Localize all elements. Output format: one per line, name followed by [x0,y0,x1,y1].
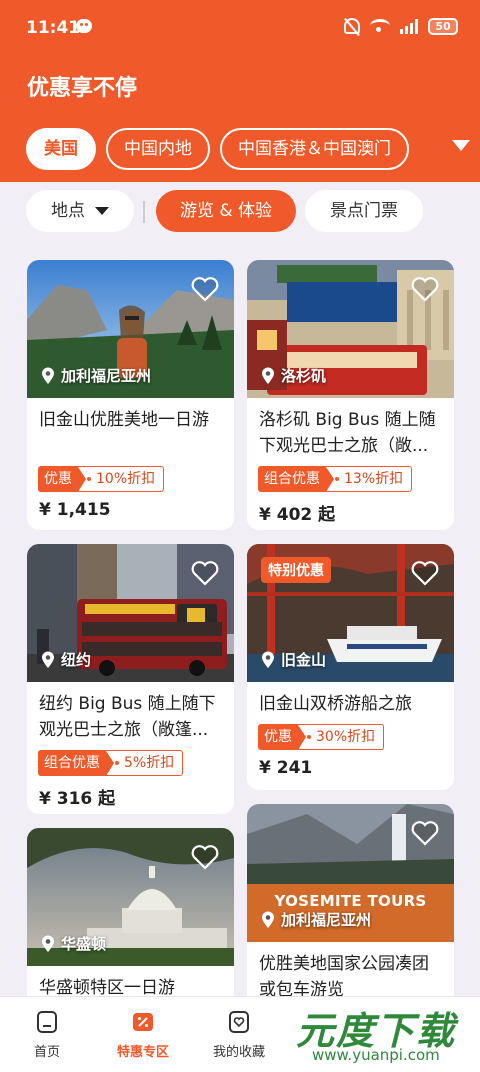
tag-discount: 30%折扣 [298,724,385,750]
card-location: 纽约 [41,649,91,670]
card-title: 优胜美地国家公园凑团或包车游览 [259,954,429,1000]
deal-card[interactable]: 加利福尼亚州 旧金山优胜美地一日游 优惠 10%折扣 ¥ 1,415 [27,260,234,530]
card-location-label: 加利福尼亚州 [61,367,152,385]
filter-bar: 地点 游览 & 体验 景点门票 [26,190,466,234]
card-location-label: 洛杉矶 [281,367,327,385]
heart-icon[interactable] [410,274,440,304]
tag-discount: 5%折扣 [106,750,184,776]
card-title: 洛杉矶 Big Bus 随上随下观光巴士之旅（敞... [259,410,436,456]
nav-home-label: 首页 [33,1045,60,1060]
card-location: 洛杉矶 [261,365,326,386]
discount-tag: 组合优惠 5%折扣 [38,750,234,776]
special-offer-badge: 特别优惠 [261,557,331,583]
location-pin-icon [262,651,274,668]
location-pin-icon [262,911,274,928]
heart-icon[interactable] [190,558,220,588]
divider [143,201,145,223]
region-tabs: 美国 中国内地 中国香港＆中国澳门 [26,128,409,170]
region-tab-mainland[interactable]: 中国内地 [106,128,210,170]
tag-type: 优惠 [258,724,298,750]
card-location: 华盛顿 [41,933,106,954]
deal-card[interactable]: 洛杉矶 洛杉矶 Big Bus 随上随下观光巴士之旅（敞... 组合优惠 13%… [247,260,454,530]
discount-tag: 优惠 10%折扣 [38,466,234,492]
home-icon [37,1011,57,1033]
card-price: ¥ 316 起 [39,789,116,809]
tours-filter[interactable]: 游览 & 体验 [156,190,296,232]
nav-deals-label: 特惠专区 [116,1045,169,1060]
status-bar: 11:41 50 [0,0,480,56]
heart-icon[interactable] [410,818,440,848]
favorites-icon [229,1011,249,1033]
card-title: 旧金山优胜美地一日游 [39,410,209,430]
watermark-url: www.yuanpi.com [312,1046,440,1064]
deal-card[interactable]: 特别优惠 旧金山 旧金山双桥游船之旅 优惠 30%折扣 ¥ 241 [247,544,454,790]
deal-card[interactable]: 纽约 纽约 Big Bus 随上随下观光巴士之旅（敞篷... 组合优惠 5%折扣… [27,544,234,814]
location-pin-icon [42,651,54,668]
tag-type: 组合优惠 [258,466,326,492]
location-filter[interactable]: 地点 [26,190,134,232]
tag-type: 优惠 [38,466,78,492]
card-price: ¥ 402 起 [259,505,336,525]
coupon-icon [133,1013,153,1031]
card-title: 旧金山双桥游船之旅 [259,694,412,714]
region-tab-hk-macau[interactable]: 中国香港＆中国澳门 [220,128,409,170]
deal-card[interactable]: YOSEMITE TOURS 加利福尼亚州 优胜美地国家公园凑团或包车游览 [247,804,454,1008]
nav-home[interactable]: 首页 [2,1009,92,1060]
region-tab-usa[interactable]: 美国 [26,128,96,170]
deal-card[interactable]: 华盛顿 华盛顿特区一日游 [27,828,234,1008]
page-title: 优惠享不停 [27,76,138,101]
tag-discount: 13%折扣 [326,466,413,492]
card-location: 加利福尼亚州 [41,365,151,386]
card-location-label: 旧金山 [281,651,327,669]
card-price: ¥ 241 [259,758,313,778]
card-location-label: 加利福尼亚州 [281,911,372,929]
location-pin-icon [42,367,54,384]
card-image: YOSEMITE TOURS 加利福尼亚州 [247,804,454,942]
wifi-icon [370,19,390,33]
battery-icon: 50 [428,17,458,35]
tag-type: 组合优惠 [38,750,106,776]
card-location: 旧金山 [261,649,326,670]
location-filter-label: 地点 [51,201,85,221]
nav-favorites-label: 我的收藏 [212,1045,265,1060]
signal-icon [400,18,418,34]
discount-tag: 组合优惠 13%折扣 [258,466,454,492]
tag-discount: 10%折扣 [78,466,165,492]
heart-icon[interactable] [190,842,220,872]
card-title: 纽约 Big Bus 随上随下观光巴士之旅（敞篷... [39,694,216,740]
wechat-icon [76,19,92,33]
mute-icon [344,18,360,34]
discount-tag: 优惠 30%折扣 [258,724,454,750]
card-location-label: 纽约 [61,651,92,669]
card-image: 华盛顿 [27,828,234,966]
card-image: 洛杉矶 [247,260,454,398]
tickets-filter[interactable]: 景点门票 [305,190,423,232]
card-image: 纽约 [27,544,234,682]
caret-down-icon [95,207,109,215]
heart-icon[interactable] [410,558,440,588]
status-time: 11:41 [26,18,81,38]
card-location-label: 华盛顿 [61,935,107,953]
location-pin-icon [42,935,54,952]
card-image: 加利福尼亚州 [27,260,234,398]
heart-icon[interactable] [190,274,220,304]
nav-deals[interactable]: 特惠专区 [98,1009,188,1060]
chevron-down-icon[interactable] [452,140,470,151]
nav-favorites[interactable]: 我的收藏 [194,1009,284,1060]
card-price: ¥ 1,415 [39,500,111,520]
card-location: 加利福尼亚州 [261,909,371,930]
card-image: 特别优惠 旧金山 [247,544,454,682]
yosemite-tours-logo: YOSEMITE TOURS [274,892,427,910]
location-pin-icon [262,367,274,384]
